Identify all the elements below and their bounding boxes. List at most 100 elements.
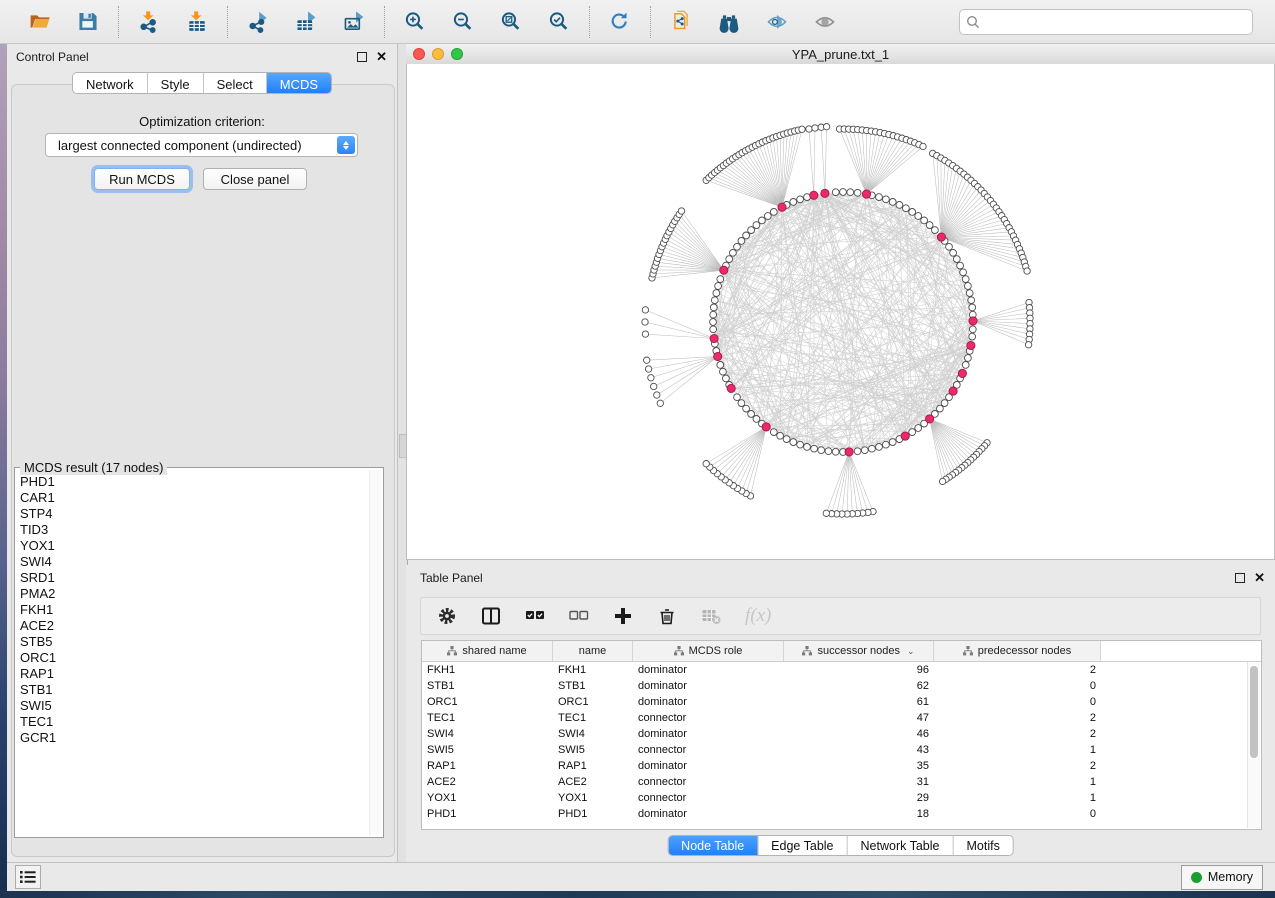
export-image-button[interactable] — [337, 6, 371, 38]
tab-network-table[interactable]: Network Table — [847, 836, 953, 855]
table-cell[interactable]: 47 — [784, 712, 934, 724]
table-cell[interactable]: TEC1 — [422, 712, 553, 724]
table-row[interactable]: FKH1FKH1dominator962 — [422, 662, 1261, 678]
import-table-button[interactable] — [180, 6, 214, 38]
tab-network[interactable]: Network — [73, 73, 147, 93]
mcds-result-item[interactable]: ACE2 — [17, 618, 369, 634]
table-cell[interactable]: 62 — [784, 680, 934, 692]
table-cell[interactable]: ORC1 — [553, 696, 633, 708]
table-cell[interactable]: dominator — [633, 664, 784, 676]
table-cell[interactable]: SWI4 — [422, 728, 553, 740]
table-cell[interactable]: STB1 — [553, 680, 633, 692]
table-cell[interactable]: ACE2 — [553, 776, 633, 788]
close-table-panel-icon[interactable]: ✕ — [1254, 573, 1265, 583]
mcds-result-item[interactable]: SWI5 — [17, 698, 369, 714]
table-cell[interactable]: FKH1 — [422, 664, 553, 676]
table-row[interactable]: TEC1TEC1connector472 — [422, 710, 1261, 726]
zoom-fit-button[interactable] — [494, 6, 528, 38]
table-cell[interactable]: 46 — [784, 728, 934, 740]
table-cell[interactable]: ACE2 — [422, 776, 553, 788]
table-cell[interactable]: PHD1 — [553, 808, 633, 820]
table-cell[interactable]: 35 — [784, 760, 934, 772]
column-header-name[interactable]: name — [553, 641, 633, 661]
table-cell[interactable]: YOX1 — [422, 792, 553, 804]
mcds-result-item[interactable]: PMA2 — [17, 586, 369, 602]
table-cell[interactable]: dominator — [633, 760, 784, 772]
network-graph[interactable] — [407, 64, 1274, 559]
table-row[interactable]: STB1STB1dominator620 — [422, 678, 1261, 694]
deselect-all-button[interactable] — [569, 606, 589, 626]
table-cell[interactable]: SWI5 — [553, 744, 633, 756]
table-row[interactable]: PHD1PHD1dominator180 — [422, 806, 1261, 822]
table-cell[interactable]: YOX1 — [553, 792, 633, 804]
table-cell[interactable]: 1 — [934, 744, 1101, 756]
toggle-columns-button[interactable] — [481, 606, 501, 626]
table-cell[interactable]: dominator — [633, 696, 784, 708]
mcds-result-item[interactable]: YOX1 — [17, 538, 369, 554]
tab-edge-table[interactable]: Edge Table — [757, 836, 846, 855]
table-cell[interactable]: STB1 — [422, 680, 553, 692]
table-cell[interactable]: PHD1 — [422, 808, 553, 820]
float-table-panel-icon[interactable] — [1235, 573, 1245, 583]
table-cell[interactable]: SWI4 — [553, 728, 633, 740]
mcds-result-item[interactable]: RAP1 — [17, 666, 369, 682]
zoom-selected-button[interactable] — [542, 6, 576, 38]
run-mcds-button[interactable]: Run MCDS — [94, 168, 190, 190]
delete-column-trash-button[interactable] — [657, 606, 677, 626]
table-cell[interactable]: dominator — [633, 728, 784, 740]
save-button[interactable] — [71, 6, 105, 38]
table-cell[interactable]: connector — [633, 712, 784, 724]
binoculars-button[interactable] — [712, 6, 746, 38]
table-scrollbar[interactable] — [1247, 662, 1260, 828]
table-cell[interactable]: 29 — [784, 792, 934, 804]
column-header-shared-name[interactable]: shared name — [422, 641, 553, 661]
table-row[interactable]: ACE2ACE2connector311 — [422, 774, 1261, 790]
table-cell[interactable]: 0 — [934, 808, 1101, 820]
table-cell[interactable]: 31 — [784, 776, 934, 788]
share-document-button[interactable] — [664, 6, 698, 38]
memory-button[interactable]: Memory — [1181, 865, 1263, 890]
refresh-layout-button[interactable] — [603, 6, 637, 38]
zoom-out-button[interactable] — [446, 6, 480, 38]
mcds-result-item[interactable]: STB1 — [17, 682, 369, 698]
mcds-result-scrollbar[interactable] — [369, 470, 381, 835]
tab-select[interactable]: Select — [203, 73, 266, 93]
table-row[interactable]: RAP1RAP1dominator352 — [422, 758, 1261, 774]
table-cell[interactable]: 96 — [784, 664, 934, 676]
table-cell[interactable]: 2 — [934, 760, 1101, 772]
table-cell[interactable]: connector — [633, 776, 784, 788]
mcds-result-item[interactable]: TID3 — [17, 522, 369, 538]
table-cell[interactable]: SWI5 — [422, 744, 553, 756]
table-cell[interactable]: 0 — [934, 696, 1101, 708]
table-settings-gear-button[interactable] — [437, 606, 457, 626]
column-header-successor-nodes[interactable]: successor nodes⌄ — [784, 641, 934, 661]
table-row[interactable]: SWI4SWI4dominator462 — [422, 726, 1261, 742]
mcds-result-item[interactable]: PHD1 — [17, 474, 369, 490]
zoom-in-button[interactable] — [398, 6, 432, 38]
tab-motifs[interactable]: Motifs — [952, 836, 1012, 855]
open-folder-button[interactable] — [23, 6, 57, 38]
table-row[interactable]: SWI5SWI5connector431 — [422, 742, 1261, 758]
mcds-result-item[interactable]: CAR1 — [17, 490, 369, 506]
mcds-result-item[interactable]: STP4 — [17, 506, 369, 522]
mcds-result-item[interactable]: FKH1 — [17, 602, 369, 618]
task-history-button[interactable] — [15, 865, 41, 889]
table-scrollbar-thumb[interactable] — [1250, 666, 1258, 758]
table-cell[interactable]: connector — [633, 744, 784, 756]
vizmapper-button[interactable] — [760, 6, 794, 38]
column-header-MCDS-role[interactable]: MCDS role — [633, 641, 784, 661]
mcds-result-item[interactable]: ORC1 — [17, 650, 369, 666]
export-network-button[interactable] — [241, 6, 275, 38]
table-cell[interactable]: 1 — [934, 776, 1101, 788]
close-panel-icon[interactable]: ✕ — [376, 52, 387, 62]
table-cell[interactable]: connector — [633, 792, 784, 804]
search-input[interactable] — [985, 12, 1246, 32]
tab-mcds[interactable]: MCDS — [266, 73, 331, 93]
table-cell[interactable]: dominator — [633, 808, 784, 820]
table-row[interactable]: YOX1YOX1connector291 — [422, 790, 1261, 806]
eye-button[interactable] — [808, 6, 842, 38]
add-column-button[interactable] — [613, 606, 633, 626]
mcds-result-item[interactable]: TEC1 — [17, 714, 369, 730]
table-cell[interactable]: 18 — [784, 808, 934, 820]
table-cell[interactable]: RAP1 — [553, 760, 633, 772]
